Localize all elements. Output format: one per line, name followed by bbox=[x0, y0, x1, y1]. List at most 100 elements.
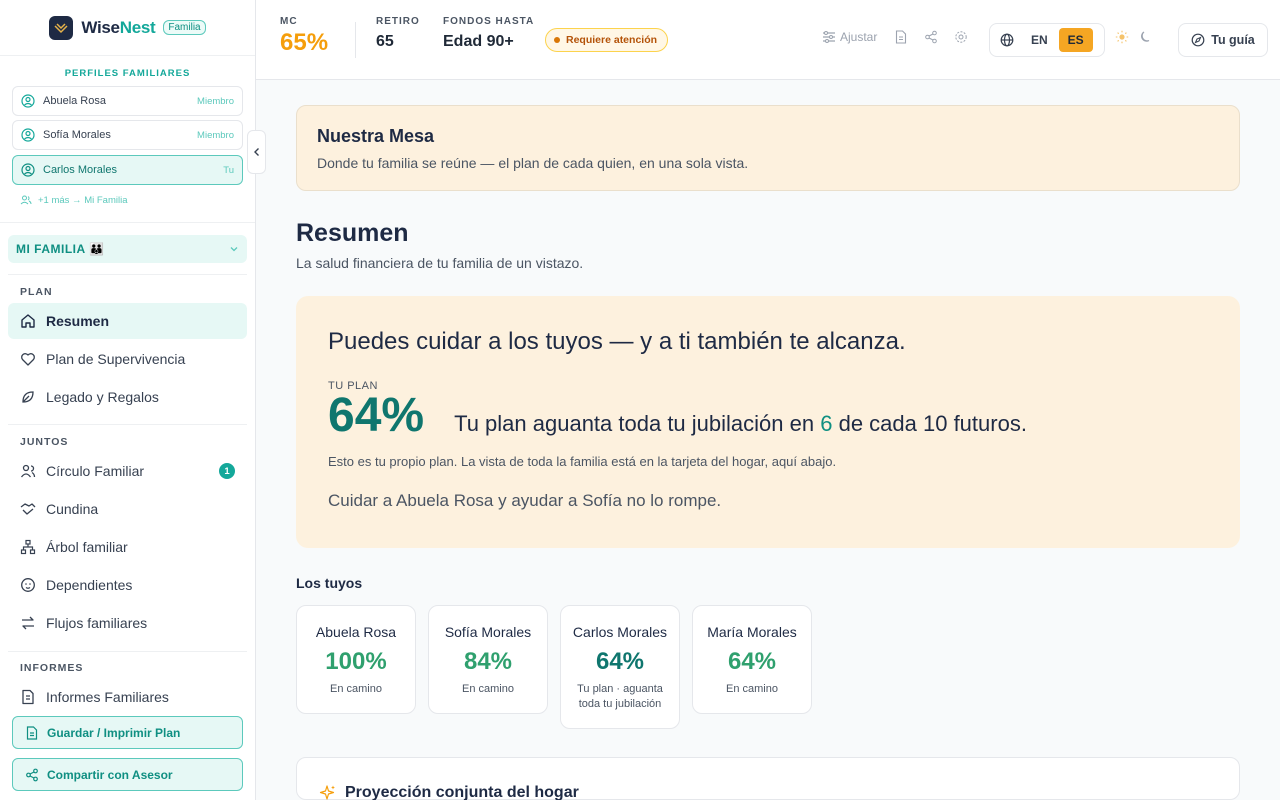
theme-switcher bbox=[1115, 30, 1153, 44]
brand-badge: Familia bbox=[163, 20, 206, 35]
settings-button[interactable] bbox=[954, 30, 968, 44]
nav-resumen[interactable]: Resumen bbox=[8, 303, 247, 339]
section-informes-label: INFORMES bbox=[20, 662, 84, 674]
nav-label: Círculo Familiar bbox=[46, 463, 145, 479]
mc-value: 65% bbox=[280, 29, 329, 56]
plan-hero-card: Puedes cuidar a los tuyos — y a ti tambi… bbox=[296, 296, 1240, 548]
mesa-subtitle: Donde tu familia se reúne — el plan de c… bbox=[317, 155, 749, 171]
nav-cundina[interactable]: Cundina bbox=[8, 491, 247, 527]
profile-carlos-morales[interactable]: Carlos Morales Tu bbox=[12, 155, 243, 185]
nav-label: Cundina bbox=[46, 501, 99, 517]
save-print-plan-button[interactable]: Guardar / Imprimir Plan bbox=[12, 716, 243, 749]
share-button[interactable] bbox=[924, 30, 938, 44]
document-icon bbox=[26, 725, 38, 740]
sun-icon[interactable] bbox=[1115, 30, 1129, 44]
member-status: En camino bbox=[726, 683, 778, 695]
sliders-icon bbox=[823, 31, 835, 43]
arrows-exchange-icon bbox=[22, 616, 34, 630]
plan-summary-part: Tu plan aguanta toda tu jubilación en bbox=[454, 411, 821, 436]
users-icon bbox=[20, 195, 32, 205]
more-profiles-link[interactable]: +1 más → Mi Familia bbox=[20, 194, 127, 206]
guide-button[interactable]: Tu guía bbox=[1178, 23, 1268, 57]
globe-icon bbox=[1000, 33, 1014, 47]
users-icon bbox=[20, 464, 36, 478]
brand-name: WiseNest bbox=[81, 17, 156, 37]
button-label: Guardar / Imprimir Plan bbox=[47, 725, 181, 740]
moon-icon[interactable] bbox=[1139, 30, 1153, 44]
sidebar-divider bbox=[8, 651, 247, 652]
nav-label: Informes Familiares bbox=[46, 689, 169, 705]
mc-stat: MC 65% bbox=[280, 16, 328, 57]
retiro-stat: RETIRO 65 bbox=[376, 16, 420, 51]
profile-role: Miembro bbox=[197, 129, 234, 141]
member-percentage: 84% bbox=[463, 648, 513, 675]
status-dot bbox=[554, 37, 560, 43]
more-profiles-label: +1 más → Mi Familia bbox=[38, 194, 128, 206]
plan-summary-part: de cada 10 futuros. bbox=[832, 411, 1027, 436]
home-icon bbox=[21, 314, 35, 328]
member-card[interactable]: María Morales 64% En camino bbox=[692, 605, 812, 714]
nav-plan-supervivencia[interactable]: Plan de Supervivencia bbox=[8, 341, 247, 377]
plan-summary: 64% Tu plan aguanta toda tu jubilación e… bbox=[328, 392, 1208, 440]
lang-en-button[interactable]: EN bbox=[1022, 28, 1057, 52]
sparkles-icon bbox=[319, 785, 335, 800]
nav-circulo-familiar[interactable]: Círculo Familiar 1 bbox=[8, 453, 247, 489]
document-button[interactable] bbox=[894, 30, 908, 44]
user-circle-icon bbox=[21, 94, 35, 108]
sidebar-divider bbox=[8, 424, 247, 425]
profile-abuela-rosa[interactable]: Abuela Rosa Miembro bbox=[12, 86, 243, 116]
nav-informes-familiares[interactable]: Informes Familiares bbox=[8, 679, 247, 715]
share-icon bbox=[925, 30, 937, 44]
language-switcher: EN ES bbox=[989, 23, 1105, 57]
member-status: Tu plan · aguanta toda tu jubilación bbox=[577, 683, 663, 710]
share-icon bbox=[26, 768, 38, 781]
family-switcher-label: MI FAMILIA 👪 bbox=[16, 242, 105, 256]
brand-logo[interactable]: WiseNest Familia bbox=[0, 0, 255, 56]
header-divider bbox=[355, 22, 356, 58]
share-with-advisor-button[interactable]: Compartir con Asesor bbox=[12, 758, 243, 791]
profile-name: Carlos Morales bbox=[43, 164, 117, 176]
mesa-banner: Nuestra Mesa Donde tu familia se reúne —… bbox=[296, 105, 1240, 191]
member-name: Abuela Rosa bbox=[315, 624, 397, 640]
guide-label: Tu guía bbox=[1211, 33, 1255, 47]
sidebar: WiseNest Familia PERFILES FAMILIARES Abu… bbox=[0, 0, 256, 800]
sidebar-divider bbox=[0, 222, 255, 223]
chevron-left-icon bbox=[253, 148, 259, 156]
retiro-label: RETIRO bbox=[376, 16, 420, 27]
member-percentage: 100% bbox=[325, 648, 387, 675]
profile-role: Tu bbox=[223, 164, 234, 176]
adjust-label: Ajustar bbox=[840, 30, 878, 44]
family-tree-icon bbox=[20, 539, 36, 555]
member-status: En camino bbox=[330, 683, 382, 695]
chevron-down-icon bbox=[230, 247, 238, 252]
lang-es-button[interactable]: ES bbox=[1058, 28, 1093, 52]
user-circle-icon bbox=[21, 163, 35, 177]
members-section-title: Los tuyos bbox=[296, 575, 363, 591]
profile-sofia-morales[interactable]: Sofía Morales Miembro bbox=[12, 120, 243, 150]
page-title: Resumen bbox=[296, 219, 409, 247]
member-card[interactable]: Abuela Rosa 100% En camino bbox=[296, 605, 416, 714]
member-card[interactable]: Carlos Morales 64% Tu plan · aguanta tod… bbox=[560, 605, 680, 729]
family-switcher[interactable]: MI FAMILIA 👪 bbox=[8, 235, 247, 263]
member-status: En camino bbox=[462, 683, 514, 695]
nav-arbol-familiar[interactable]: Árbol familiar bbox=[8, 529, 247, 565]
attention-badge: Requiere atención bbox=[545, 28, 669, 52]
member-name: María Morales bbox=[707, 624, 797, 640]
compass-icon bbox=[1191, 33, 1205, 47]
member-card[interactable]: Sofía Morales 84% En camino bbox=[428, 605, 548, 714]
mc-label: MC bbox=[280, 16, 298, 27]
page-subtitle: La salud financiera de tu familia de un … bbox=[296, 255, 584, 271]
handshake-icon bbox=[20, 503, 36, 515]
sidebar-divider bbox=[8, 274, 247, 275]
member-percentage: 64% bbox=[727, 648, 777, 675]
heart-icon bbox=[21, 353, 35, 366]
member-name: Sofía Morales bbox=[444, 624, 532, 640]
collapse-sidebar-button[interactable] bbox=[247, 130, 266, 174]
nav-flujos-familiares[interactable]: Flujos familiares bbox=[8, 605, 247, 641]
nav-dependientes[interactable]: Dependientes bbox=[8, 567, 247, 603]
adjust-button[interactable]: Ajustar bbox=[822, 30, 877, 44]
profile-name: Abuela Rosa bbox=[43, 95, 106, 107]
plan-summary-number: 6 bbox=[820, 411, 833, 436]
gear-icon bbox=[955, 31, 967, 43]
nav-legado-regalos[interactable]: Legado y Regalos bbox=[8, 379, 247, 415]
